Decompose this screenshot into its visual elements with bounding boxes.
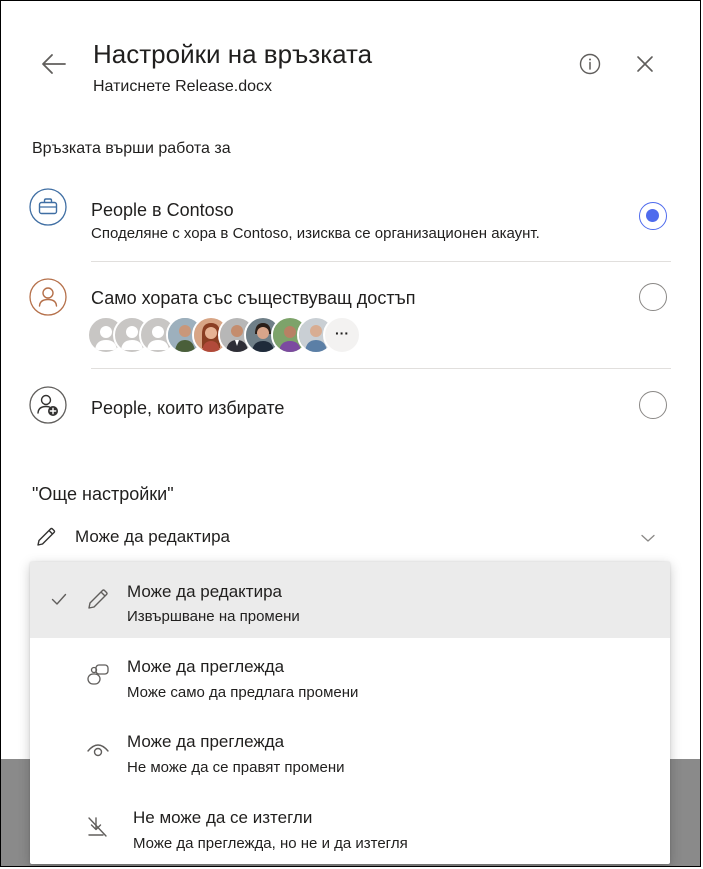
arrow-left-icon[interactable]	[39, 49, 69, 79]
divider	[91, 261, 671, 262]
menu-item-description: Може да преглежда, но не и да изтегля	[133, 835, 408, 852]
pencil-icon	[37, 527, 56, 546]
menu-item-can-edit[interactable]: Може да редактира Извършване на промени	[30, 562, 670, 638]
dialog-subtitle: Натиснете Release.docx	[93, 78, 273, 95]
more-settings-label: "Още настройки"	[32, 484, 174, 504]
menu-item-cannot-download[interactable]: Не може да се изтегли Може да преглежда,…	[30, 790, 670, 864]
permission-menu: Може да редактира Извършване на промени …	[30, 562, 670, 864]
briefcase-icon	[29, 188, 67, 226]
divider	[91, 368, 671, 369]
dialog-title: Настройки на връзката	[93, 39, 373, 69]
close-icon[interactable]	[633, 52, 657, 76]
menu-item-title: Не може да се изтегли	[133, 808, 313, 827]
review-icon	[87, 664, 109, 685]
pencil-icon	[88, 589, 108, 609]
person-icon	[29, 278, 67, 316]
menu-item-title: Може да преглежда	[127, 657, 285, 676]
menu-item-description: Не може да се правят промени	[127, 759, 345, 776]
menu-item-can-view[interactable]: Може да преглежда Не може да се правят п…	[30, 714, 670, 790]
checkmark-icon	[51, 593, 67, 605]
menu-item-title: Може да редактира	[127, 582, 282, 601]
option-title: People в Contoso	[91, 200, 234, 220]
permission-dropdown[interactable]: Може да редактира	[29, 521, 671, 555]
option-description: Споделяне с хора в Contoso, изисква се о…	[91, 225, 540, 242]
radio-button[interactable]	[639, 283, 667, 311]
more-avatars-icon[interactable]: ···	[323, 316, 361, 354]
option-people-you-choose[interactable]: People, които избирате	[29, 386, 671, 428]
screen-frame: Настройки на връзката Натиснете Release.…	[0, 0, 701, 867]
radio-button[interactable]	[639, 391, 667, 419]
eye-icon	[87, 744, 109, 757]
option-people-in-org[interactable]: People в Contoso Споделяне с хора в Cont…	[29, 188, 671, 248]
menu-item-can-review[interactable]: Може да преглежда Може само да предлага …	[30, 638, 670, 714]
menu-item-title: Може да преглежда	[127, 732, 285, 751]
person-add-icon	[29, 386, 67, 424]
menu-item-description: Извършване на промени	[127, 608, 300, 625]
chevron-down-icon	[641, 534, 655, 542]
permission-value: Може да редактира	[75, 527, 230, 546]
option-title: People, които избирате	[91, 398, 285, 418]
info-icon[interactable]	[578, 52, 602, 76]
block-download-icon	[88, 817, 107, 837]
menu-item-description: Може само да предлага промени	[127, 684, 359, 701]
radio-button-selected[interactable]	[639, 202, 667, 230]
option-title: Само хората със съществуващ достъп	[91, 288, 416, 308]
link-works-for-label: Връзката върши работа за	[32, 140, 231, 157]
